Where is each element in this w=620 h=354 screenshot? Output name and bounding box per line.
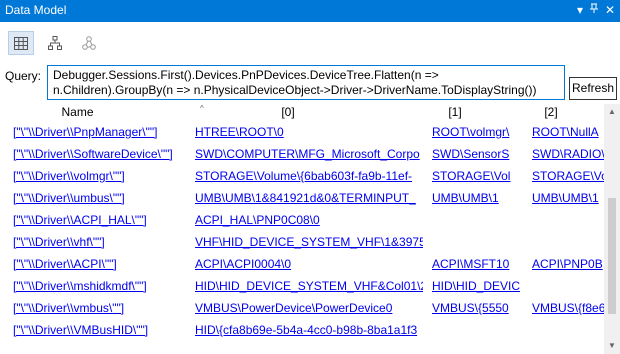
- row-name-cell[interactable]: ["\"\\Driver\\umbus\""]: [13, 187, 190, 209]
- row-cell-0[interactable]: SWD\COMPUTER\MFG_Microsoft_Corpo: [195, 143, 423, 165]
- scroll-up-icon[interactable]: ▲: [604, 104, 620, 120]
- query-bar: Query: Debugger.Sessions.First().Devices…: [0, 62, 620, 104]
- row-cell-2[interactable]: UMB\UMB\1: [532, 187, 604, 209]
- graph-icon: [82, 36, 96, 50]
- row-cell-1[interactable]: ACPI\MSFT10: [432, 253, 524, 275]
- column-header-1[interactable]: [1]: [430, 104, 480, 121]
- table-row: ["\"\\Driver\\umbus\""] UMB\UMB\1&841921d…: [0, 187, 604, 209]
- table-row: ["\"\\Driver\\SoftwareDevice\""] SWD\COMP…: [0, 143, 604, 165]
- row-cell-1[interactable]: SWD\SensorS: [432, 143, 524, 165]
- row-cell-1[interactable]: UMB\UMB\1: [432, 187, 524, 209]
- scrollbar-thumb[interactable]: [608, 198, 616, 314]
- row-cell-0[interactable]: HID\HID_DEVICE_SYSTEM_VHF&Col01\2: [195, 275, 423, 297]
- hierarchy-icon: [48, 36, 62, 50]
- table-row: ["\"\\Driver\\PnpManager\""] HTREE\ROOT\0…: [0, 121, 604, 143]
- row-cell-0[interactable]: HID\{cfa8b69e-5b4a-4cc0-b98b-8ba1a1f3: [195, 319, 423, 341]
- row-cell-1: [432, 209, 524, 231]
- query-label: Query:: [5, 69, 42, 83]
- window-titlebar: Data Model ▾ ✕: [0, 0, 620, 22]
- vertical-scrollbar[interactable]: ▲ ▼: [604, 104, 620, 354]
- column-header-name[interactable]: Name: [0, 104, 155, 121]
- row-name-cell[interactable]: ["\"\\Driver\\ACPI\""]: [13, 253, 190, 275]
- close-icon[interactable]: ✕: [602, 2, 618, 18]
- grid-icon: [14, 36, 28, 50]
- row-cell-2[interactable]: SWD\RADIO\: [532, 143, 604, 165]
- toolbar: [0, 22, 620, 62]
- row-cell-0[interactable]: HTREE\ROOT\0: [195, 121, 423, 143]
- row-name-cell[interactable]: ["\"\\Driver\\VMBusHID\""]: [13, 319, 190, 341]
- graph-view-button[interactable]: [76, 31, 102, 55]
- row-name-cell[interactable]: ["\"\\Driver\\ACPI_HAL\""]: [13, 209, 190, 231]
- scroll-down-icon[interactable]: ▼: [604, 338, 620, 354]
- row-cell-2: [532, 209, 604, 231]
- table-row: ["\"\\Driver\\mshidkmdf\""] HID\HID_DEVIC…: [0, 275, 604, 297]
- window-title: Data Model: [5, 3, 67, 17]
- row-name-cell[interactable]: ["\"\\Driver\\vhf\""]: [13, 231, 190, 253]
- row-cell-2: [532, 319, 604, 341]
- table-row: ["\"\\Driver\\ACPI\""] ACPI\ACPI0004\0 ACP…: [0, 253, 604, 275]
- row-cell-0[interactable]: ACPI_HAL\PNP0C08\0: [195, 209, 423, 231]
- results-grid: Name ^ [0] [1] [2] ["\"\\Driver\\PnpMana…: [0, 104, 604, 354]
- row-cell-2[interactable]: STORAGE\Vol: [532, 165, 604, 187]
- row-cell-1[interactable]: ROOT\volmgr\: [432, 121, 524, 143]
- refresh-button[interactable]: Refresh: [569, 77, 617, 100]
- column-header-2[interactable]: [2]: [528, 104, 574, 121]
- row-name-cell[interactable]: ["\"\\Driver\\volmgr\""]: [13, 165, 190, 187]
- row-cell-0[interactable]: VHF\HID_DEVICE_SYSTEM_VHF\1&3975f: [195, 231, 423, 253]
- row-cell-0[interactable]: ACPI\ACPI0004\0: [195, 253, 423, 275]
- row-cell-1[interactable]: HID\HID_DEVIC: [432, 275, 524, 297]
- row-cell-2[interactable]: VMBUS\{f8e6: [532, 297, 604, 319]
- row-name-cell[interactable]: ["\"\\Driver\\mshidkmdf\""]: [13, 275, 190, 297]
- row-cell-1[interactable]: VMBUS\{5550: [432, 297, 524, 319]
- hierarchy-view-button[interactable]: [42, 31, 68, 55]
- row-cell-2[interactable]: ACPI\PNP0B: [532, 253, 604, 275]
- table-row: ["\"\\Driver\\ACPI_HAL\""] ACPI_HAL\PNP0C…: [0, 209, 604, 231]
- table-row: ["\"\\Driver\\vmbus\""] VMBUS\PowerDevice…: [0, 297, 604, 319]
- row-name-cell[interactable]: ["\"\\Driver\\vmbus\""]: [13, 297, 190, 319]
- column-header-0[interactable]: [0]: [193, 104, 383, 121]
- row-cell-2: [532, 231, 604, 253]
- table-row: ["\"\\Driver\\VMBusHID\""] HID\{cfa8b69e-…: [0, 319, 604, 341]
- grid-view-button[interactable]: [8, 31, 34, 55]
- row-cell-1[interactable]: STORAGE\Vol: [432, 165, 524, 187]
- pin-icon[interactable]: [586, 2, 602, 18]
- query-input[interactable]: Debugger.Sessions.First().Devices.PnPDev…: [47, 65, 565, 100]
- row-cell-1: [432, 319, 524, 341]
- row-cell-2: [532, 275, 604, 297]
- row-cell-0[interactable]: VMBUS\PowerDevice\PowerDevice0: [195, 297, 423, 319]
- row-cell-1: [432, 231, 524, 253]
- row-name-cell[interactable]: ["\"\\Driver\\SoftwareDevice\""]: [13, 143, 190, 165]
- row-cell-2[interactable]: ROOT\NullA: [532, 121, 604, 143]
- row-cell-0[interactable]: UMB\UMB\1&841921d&0&TERMINPUT_: [195, 187, 423, 209]
- table-row: ["\"\\Driver\\vhf\""] VHF\HID_DEVICE_SYST…: [0, 231, 604, 253]
- row-cell-0[interactable]: STORAGE\Volume\{6bab603f-fa9b-11ef-: [195, 165, 423, 187]
- table-row: ["\"\\Driver\\volmgr\""] STORAGE\Volume\{…: [0, 165, 604, 187]
- row-name-cell[interactable]: ["\"\\Driver\\PnpManager\""]: [13, 121, 190, 143]
